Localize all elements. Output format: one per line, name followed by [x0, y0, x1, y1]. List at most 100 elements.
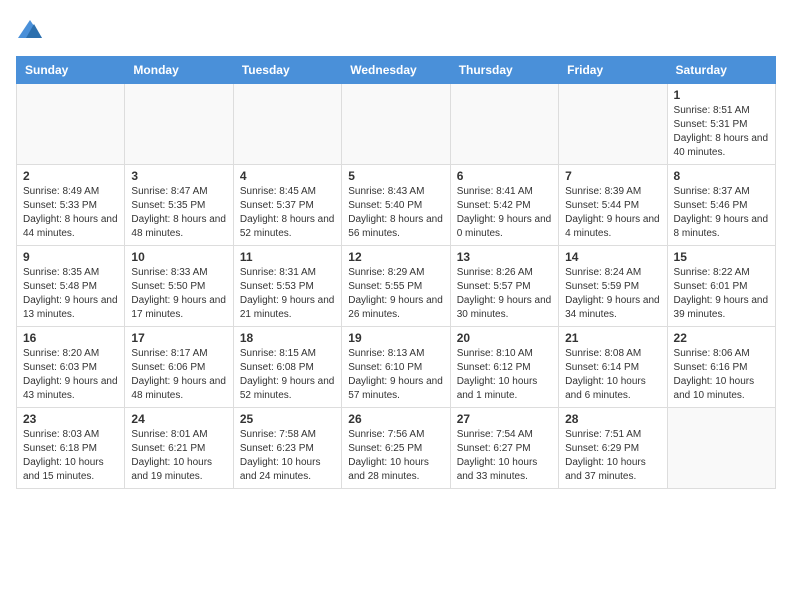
day-number: 25 [240, 412, 335, 426]
day-number: 19 [348, 331, 443, 345]
day-info: Sunrise: 7:58 AM Sunset: 6:23 PM Dayligh… [240, 428, 335, 484]
calendar-cell [667, 408, 775, 489]
day-info: Sunrise: 8:45 AM Sunset: 5:37 PM Dayligh… [240, 185, 335, 241]
calendar-cell [125, 84, 233, 165]
day-number: 14 [565, 250, 660, 264]
weekday-header-row: SundayMondayTuesdayWednesdayThursdayFrid… [17, 57, 776, 84]
calendar-cell: 23 Sunrise: 8:03 AM Sunset: 6:18 PM Dayli… [17, 408, 125, 489]
day-number: 13 [457, 250, 552, 264]
day-number: 5 [348, 169, 443, 183]
day-info: Sunrise: 8:33 AM Sunset: 5:50 PM Dayligh… [131, 266, 226, 322]
day-number: 28 [565, 412, 660, 426]
calendar-cell: 12 Sunrise: 8:29 AM Sunset: 5:55 PM Dayli… [342, 246, 450, 327]
calendar-cell [233, 84, 341, 165]
calendar-cell: 9 Sunrise: 8:35 AM Sunset: 5:48 PM Daylig… [17, 246, 125, 327]
day-info: Sunrise: 7:51 AM Sunset: 6:29 PM Dayligh… [565, 428, 660, 484]
calendar-cell: 7 Sunrise: 8:39 AM Sunset: 5:44 PM Daylig… [559, 165, 667, 246]
day-number: 9 [23, 250, 118, 264]
calendar-cell: 13 Sunrise: 8:26 AM Sunset: 5:57 PM Dayli… [450, 246, 558, 327]
day-info: Sunrise: 8:37 AM Sunset: 5:46 PM Dayligh… [674, 185, 769, 241]
day-info: Sunrise: 8:51 AM Sunset: 5:31 PM Dayligh… [674, 104, 769, 160]
day-number: 8 [674, 169, 769, 183]
calendar-cell: 24 Sunrise: 8:01 AM Sunset: 6:21 PM Dayli… [125, 408, 233, 489]
calendar-cell: 4 Sunrise: 8:45 AM Sunset: 5:37 PM Daylig… [233, 165, 341, 246]
weekday-header-monday: Monday [125, 57, 233, 84]
day-number: 6 [457, 169, 552, 183]
day-number: 20 [457, 331, 552, 345]
day-info: Sunrise: 8:06 AM Sunset: 6:16 PM Dayligh… [674, 347, 769, 403]
day-info: Sunrise: 8:10 AM Sunset: 6:12 PM Dayligh… [457, 347, 552, 403]
weekday-header-tuesday: Tuesday [233, 57, 341, 84]
weekday-header-sunday: Sunday [17, 57, 125, 84]
day-info: Sunrise: 8:41 AM Sunset: 5:42 PM Dayligh… [457, 185, 552, 241]
day-info: Sunrise: 8:47 AM Sunset: 5:35 PM Dayligh… [131, 185, 226, 241]
day-number: 3 [131, 169, 226, 183]
day-info: Sunrise: 8:29 AM Sunset: 5:55 PM Dayligh… [348, 266, 443, 322]
page-header [16, 16, 776, 44]
day-number: 26 [348, 412, 443, 426]
calendar-cell: 22 Sunrise: 8:06 AM Sunset: 6:16 PM Dayli… [667, 327, 775, 408]
calendar-cell: 11 Sunrise: 8:31 AM Sunset: 5:53 PM Dayli… [233, 246, 341, 327]
calendar-cell [450, 84, 558, 165]
calendar-cell: 5 Sunrise: 8:43 AM Sunset: 5:40 PM Daylig… [342, 165, 450, 246]
calendar-week-row: 23 Sunrise: 8:03 AM Sunset: 6:18 PM Dayli… [17, 408, 776, 489]
logo-icon [16, 16, 44, 44]
day-info: Sunrise: 8:43 AM Sunset: 5:40 PM Dayligh… [348, 185, 443, 241]
day-info: Sunrise: 8:20 AM Sunset: 6:03 PM Dayligh… [23, 347, 118, 403]
day-number: 11 [240, 250, 335, 264]
calendar-cell [342, 84, 450, 165]
day-number: 15 [674, 250, 769, 264]
day-number: 1 [674, 88, 769, 102]
day-info: Sunrise: 8:24 AM Sunset: 5:59 PM Dayligh… [565, 266, 660, 322]
calendar-cell: 18Sunrise: 8:15 AM Sunset: 6:08 PM Dayli… [233, 327, 341, 408]
calendar-week-row: 2 Sunrise: 8:49 AM Sunset: 5:33 PM Daylig… [17, 165, 776, 246]
day-info: Sunrise: 8:31 AM Sunset: 5:53 PM Dayligh… [240, 266, 335, 322]
day-number: 21 [565, 331, 660, 345]
calendar-cell: 8 Sunrise: 8:37 AM Sunset: 5:46 PM Daylig… [667, 165, 775, 246]
calendar-cell: 16 Sunrise: 8:20 AM Sunset: 6:03 PM Dayli… [17, 327, 125, 408]
day-info: Sunrise: 8:17 AM Sunset: 6:06 PM Dayligh… [131, 347, 226, 403]
day-number: 27 [457, 412, 552, 426]
day-info: Sunrise: 8:39 AM Sunset: 5:44 PM Dayligh… [565, 185, 660, 241]
day-info: Sunrise: 8:26 AM Sunset: 5:57 PM Dayligh… [457, 266, 552, 322]
day-number: 4 [240, 169, 335, 183]
calendar-cell: 25 Sunrise: 7:58 AM Sunset: 6:23 PM Dayli… [233, 408, 341, 489]
calendar-week-row: 9 Sunrise: 8:35 AM Sunset: 5:48 PM Daylig… [17, 246, 776, 327]
day-info: Sunrise: 8:13 AM Sunset: 6:10 PM Dayligh… [348, 347, 443, 403]
calendar-cell: 26 Sunrise: 7:56 AM Sunset: 6:25 PM Dayli… [342, 408, 450, 489]
day-number: 24 [131, 412, 226, 426]
day-number: 22 [674, 331, 769, 345]
calendar-cell: 1 Sunrise: 8:51 AM Sunset: 5:31 PM Daylig… [667, 84, 775, 165]
day-info: Sunrise: 7:54 AM Sunset: 6:27 PM Dayligh… [457, 428, 552, 484]
day-info: Sunrise: 8:01 AM Sunset: 6:21 PM Dayligh… [131, 428, 226, 484]
calendar-table: SundayMondayTuesdayWednesdayThursdayFrid… [16, 56, 776, 489]
calendar-cell: 17 Sunrise: 8:17 AM Sunset: 6:06 PM Dayli… [125, 327, 233, 408]
calendar-cell: 14 Sunrise: 8:24 AM Sunset: 5:59 PM Dayli… [559, 246, 667, 327]
calendar-cell: 21Sunrise: 8:08 AM Sunset: 6:14 PM Dayli… [559, 327, 667, 408]
calendar-week-row: 16 Sunrise: 8:20 AM Sunset: 6:03 PM Dayli… [17, 327, 776, 408]
weekday-header-thursday: Thursday [450, 57, 558, 84]
day-info: Sunrise: 8:03 AM Sunset: 6:18 PM Dayligh… [23, 428, 118, 484]
calendar-cell: 3 Sunrise: 8:47 AM Sunset: 5:35 PM Daylig… [125, 165, 233, 246]
day-info: Sunrise: 7:56 AM Sunset: 6:25 PM Dayligh… [348, 428, 443, 484]
day-number: 17 [131, 331, 226, 345]
day-number: 12 [348, 250, 443, 264]
day-info: Sunrise: 8:15 AM Sunset: 6:08 PM Dayligh… [240, 347, 335, 403]
calendar-cell: 2 Sunrise: 8:49 AM Sunset: 5:33 PM Daylig… [17, 165, 125, 246]
day-number: 10 [131, 250, 226, 264]
day-number: 7 [565, 169, 660, 183]
calendar-cell [17, 84, 125, 165]
day-number: 16 [23, 331, 118, 345]
day-info: Sunrise: 8:22 AM Sunset: 6:01 PM Dayligh… [674, 266, 769, 322]
day-info: Sunrise: 8:49 AM Sunset: 5:33 PM Dayligh… [23, 185, 118, 241]
day-info: Sunrise: 8:35 AM Sunset: 5:48 PM Dayligh… [23, 266, 118, 322]
calendar-cell: 28 Sunrise: 7:51 AM Sunset: 6:29 PM Dayli… [559, 408, 667, 489]
day-number: 2 [23, 169, 118, 183]
weekday-header-friday: Friday [559, 57, 667, 84]
calendar-cell: 10 Sunrise: 8:33 AM Sunset: 5:50 PM Dayli… [125, 246, 233, 327]
calendar-cell: 27 Sunrise: 7:54 AM Sunset: 6:27 PM Dayli… [450, 408, 558, 489]
calendar-cell [559, 84, 667, 165]
calendar-cell: 15 Sunrise: 8:22 AM Sunset: 6:01 PM Dayli… [667, 246, 775, 327]
day-number: 23 [23, 412, 118, 426]
calendar-cell: 19 Sunrise: 8:13 AM Sunset: 6:10 PM Dayli… [342, 327, 450, 408]
